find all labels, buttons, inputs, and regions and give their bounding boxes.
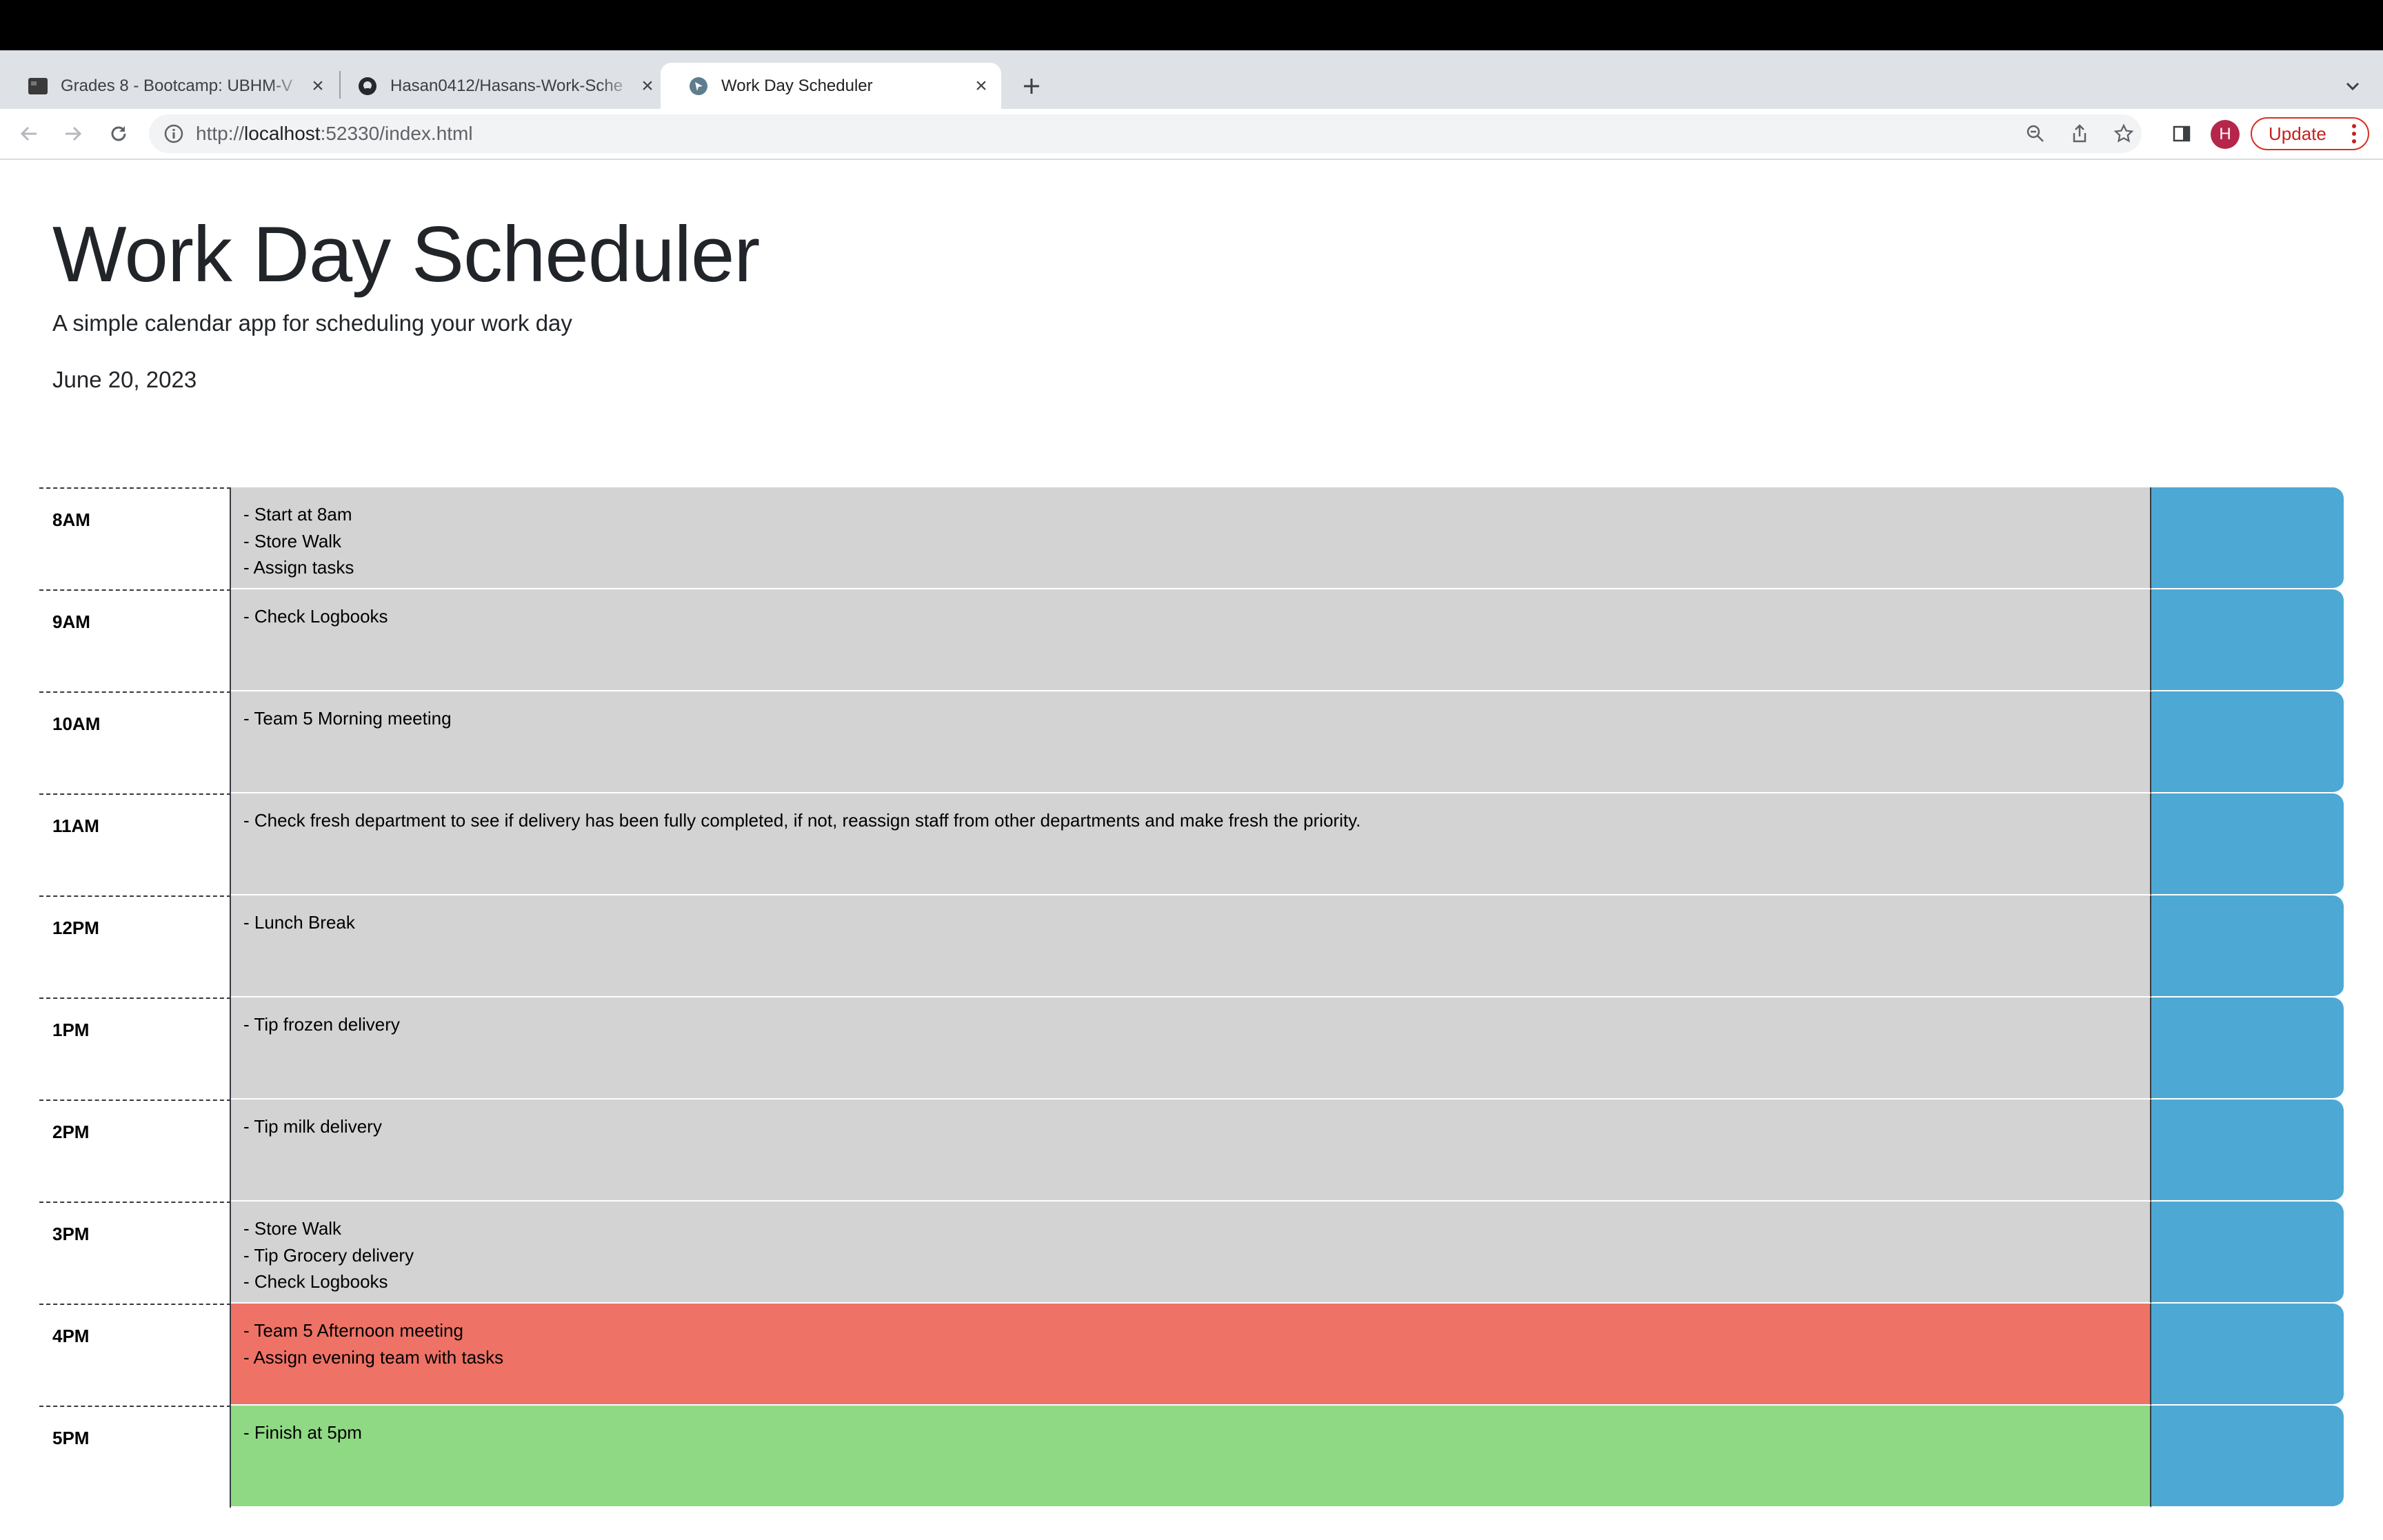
tab-github[interactable]: Hasan0412/Hasans-Work-Sche ×: [330, 63, 667, 109]
url-host: localhost: [244, 123, 321, 144]
close-icon[interactable]: ×: [969, 74, 993, 98]
time-block-8am: 8AM - Start at 8am - Store Walk - Assign…: [39, 487, 2344, 589]
side-panel-button[interactable]: [2166, 119, 2197, 149]
bookmark-button[interactable]: [2113, 123, 2135, 145]
event-description[interactable]: - Team 5 Afternoon meeting - Assign even…: [231, 1304, 2151, 1406]
browser-tab-strip: Grades 8 - Bootcamp: UBHM-V × Hasan0412/…: [0, 50, 2383, 109]
time-block-12pm: 12PM - Lunch Break: [39, 895, 2344, 997]
save-button[interactable]: [2151, 793, 2344, 895]
github-icon: [359, 77, 376, 95]
side-panel-icon: [2173, 125, 2191, 142]
forward-arrow-icon: [66, 126, 82, 141]
forward-button[interactable]: [57, 117, 90, 150]
save-button[interactable]: [2151, 1304, 2344, 1406]
browser-toolbar: http://localhost:52330/index.html H Upda…: [0, 109, 2383, 160]
url-text[interactable]: http://localhost:52330/index.html: [196, 114, 473, 153]
share-button[interactable]: [2069, 123, 2091, 145]
hour-label: 1PM: [39, 997, 231, 1100]
tab-search-button[interactable]: [2337, 71, 2368, 101]
save-button[interactable]: [2151, 997, 2344, 1100]
zoom-icon: [2027, 125, 2044, 142]
back-arrow-icon: [20, 126, 37, 141]
share-icon: [2073, 124, 2087, 143]
system-top-bar: [0, 0, 2383, 50]
time-block-9am: 9AM - Check Logbooks: [39, 589, 2344, 691]
save-button[interactable]: [2151, 1406, 2344, 1508]
save-button[interactable]: [2151, 895, 2344, 997]
save-button[interactable]: [2151, 589, 2344, 691]
event-description[interactable]: - Check fresh department to see if deliv…: [231, 793, 2151, 895]
star-icon: [2113, 123, 2134, 143]
update-label: Update: [2269, 123, 2326, 144]
tab-title: Hasan0412/Hasans-Work-Sche: [390, 76, 623, 95]
event-description[interactable]: - Start at 8am - Store Walk - Assign tas…: [231, 487, 2151, 589]
reload-button[interactable]: [102, 117, 135, 150]
tab-title: Grades 8 - Bootcamp: UBHM-V: [61, 76, 293, 95]
new-tab-button[interactable]: [1016, 71, 1047, 101]
more-menu-icon: [2351, 124, 2357, 143]
tab-grades[interactable]: Grades 8 - Bootcamp: UBHM-V ×: [0, 63, 338, 109]
event-description[interactable]: - Finish at 5pm: [231, 1406, 2151, 1508]
schedule-container: 8AM - Start at 8am - Store Walk - Assign…: [39, 487, 2344, 1508]
event-description[interactable]: - Check Logbooks: [231, 589, 2151, 691]
time-block-1pm: 1PM - Tip frozen delivery: [39, 997, 2344, 1100]
profile-avatar[interactable]: H: [2211, 120, 2240, 149]
time-block-2pm: 2PM - Tip milk delivery: [39, 1100, 2344, 1202]
hour-label: 11AM: [39, 793, 231, 895]
save-button[interactable]: [2151, 691, 2344, 793]
hour-label: 4PM: [39, 1304, 231, 1406]
hour-label: 3PM: [39, 1202, 231, 1304]
hour-label: 9AM: [39, 589, 231, 691]
event-description[interactable]: - Team 5 Morning meeting: [231, 691, 2151, 793]
time-block-11am: 11AM - Check fresh department to see if …: [39, 793, 2344, 895]
hour-label: 10AM: [39, 691, 231, 793]
address-bar[interactable]: http://localhost:52330/index.html: [149, 114, 2142, 153]
event-description[interactable]: - Store Walk - Tip Grocery delivery - Ch…: [231, 1202, 2151, 1304]
url-path: :52330/index.html: [320, 123, 473, 144]
zoom-button[interactable]: [2024, 123, 2047, 145]
page-header: Work Day Scheduler A simple calendar app…: [52, 207, 760, 393]
time-block-10am: 10AM - Team 5 Morning meeting: [39, 691, 2344, 793]
reload-icon: [111, 126, 126, 141]
page-title: Work Day Scheduler: [52, 211, 760, 298]
info-icon[interactable]: [163, 123, 185, 145]
update-button[interactable]: Update: [2251, 117, 2369, 150]
event-description[interactable]: - Lunch Break: [231, 895, 2151, 997]
save-button[interactable]: [2151, 1100, 2344, 1202]
hour-label: 5PM: [39, 1406, 231, 1508]
time-block-4pm: 4PM - Team 5 Afternoon meeting - Assign …: [39, 1304, 2344, 1406]
plus-icon: [1024, 79, 1039, 94]
time-block-3pm: 3PM - Store Walk - Tip Grocery delivery …: [39, 1202, 2344, 1304]
hour-label: 12PM: [39, 895, 231, 997]
save-button[interactable]: [2151, 1202, 2344, 1304]
current-date: June 20, 2023: [52, 367, 197, 392]
save-button[interactable]: [2151, 487, 2344, 589]
hour-label: 8AM: [39, 487, 231, 589]
tab-title: Work Day Scheduler: [721, 76, 873, 95]
site-icon: [690, 77, 707, 95]
hour-label: 2PM: [39, 1100, 231, 1202]
close-icon[interactable]: ×: [636, 74, 659, 98]
page-lead: A simple calendar app for scheduling you…: [52, 310, 572, 336]
close-icon[interactable]: ×: [306, 74, 330, 98]
chevron-down-icon: [2346, 82, 2360, 91]
back-button[interactable]: [12, 117, 46, 150]
canvas-icon: [28, 77, 48, 94]
event-description[interactable]: - Tip frozen delivery: [231, 997, 2151, 1100]
url-scheme: http://: [196, 123, 245, 144]
tab-work-day-scheduler[interactable]: Work Day Scheduler ×: [661, 63, 1001, 109]
event-description[interactable]: - Tip milk delivery: [231, 1100, 2151, 1202]
time-block-5pm: 5PM - Finish at 5pm: [39, 1406, 2344, 1508]
